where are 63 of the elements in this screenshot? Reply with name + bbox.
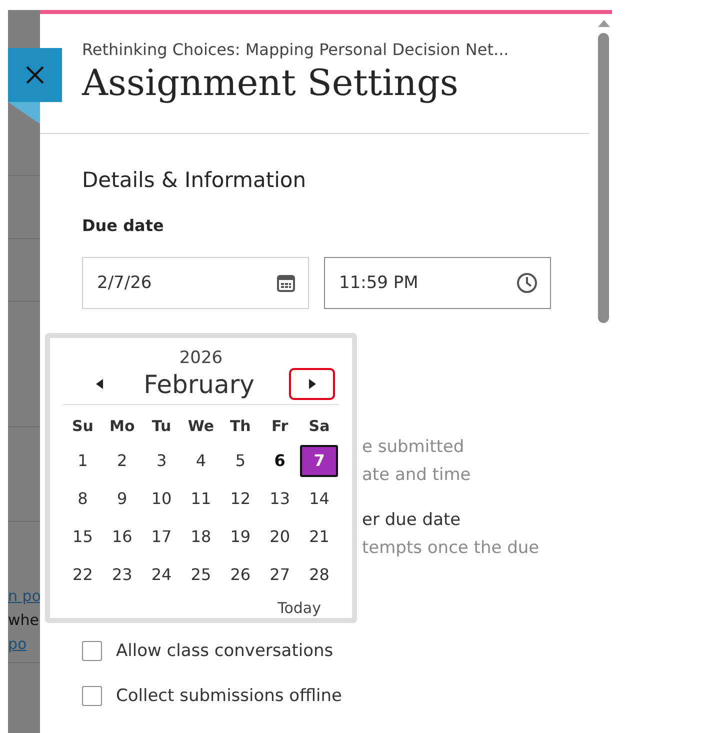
calendar-day[interactable]: 3 bbox=[142, 445, 181, 477]
weekday-header: Tu bbox=[150, 416, 172, 437]
weekday-header: Sa bbox=[308, 416, 331, 437]
calendar-day[interactable]: 10 bbox=[142, 483, 181, 515]
checkbox-label: Allow class conversations bbox=[116, 641, 334, 661]
clock-icon bbox=[516, 272, 538, 294]
calendar-day[interactable]: 28 bbox=[300, 559, 338, 591]
calendar-day[interactable]: 5 bbox=[221, 445, 260, 477]
course-title: Rethinking Choices: Mapping Personal Decision Net... bbox=[82, 40, 510, 59]
checkbox[interactable] bbox=[82, 686, 102, 706]
today-button[interactable]: Today bbox=[278, 599, 321, 617]
calendar-day[interactable]: 12 bbox=[221, 483, 260, 515]
time-field[interactable]: 11:59 PM bbox=[324, 257, 551, 309]
year-label: 2026 bbox=[179, 348, 223, 368]
scrollbar-thumb[interactable] bbox=[598, 33, 609, 323]
option-label: er due date bbox=[362, 509, 462, 531]
calendar-day[interactable]: 9 bbox=[103, 483, 142, 515]
calendar-day[interactable]: 7 bbox=[300, 445, 338, 477]
calendar-day[interactable]: 24 bbox=[142, 559, 181, 591]
close-button[interactable] bbox=[8, 48, 62, 102]
calendar-day[interactable]: 17 bbox=[142, 521, 181, 553]
calendar-day[interactable]: 16 bbox=[103, 521, 142, 553]
calendar-day[interactable]: 2 bbox=[103, 445, 142, 477]
calendar-day[interactable]: 25 bbox=[182, 559, 220, 591]
date-field[interactable]: 2/7/26 bbox=[82, 257, 309, 309]
checkbox[interactable] bbox=[82, 641, 102, 661]
calendar-day[interactable]: 19 bbox=[221, 521, 260, 553]
option-hint: tempts once the due bbox=[362, 537, 540, 559]
calendar-day[interactable]: 13 bbox=[260, 483, 299, 515]
right-triangle-icon bbox=[308, 379, 316, 389]
calendar-day[interactable]: 22 bbox=[64, 559, 102, 591]
weekday-header: Th bbox=[228, 416, 252, 437]
calendar-day[interactable]: 21 bbox=[300, 521, 338, 553]
section-title: Details & Information bbox=[82, 168, 308, 192]
left-triangle-icon bbox=[96, 379, 102, 389]
weekday-header: Mo bbox=[108, 416, 136, 437]
weekday-header: We bbox=[186, 416, 216, 437]
calendar-day[interactable]: 23 bbox=[103, 559, 142, 591]
option-hint: e submitted bbox=[362, 436, 466, 458]
calendar-day[interactable]: 6 bbox=[260, 445, 299, 477]
calendar-day[interactable]: 26 bbox=[221, 559, 260, 591]
weekday-header: Su bbox=[70, 416, 94, 437]
field-label: Due date bbox=[82, 216, 165, 235]
close-icon bbox=[25, 65, 45, 85]
calendar-day[interactable]: 11 bbox=[182, 483, 220, 515]
calendar-icon bbox=[276, 273, 296, 293]
text: whe bbox=[8, 610, 40, 631]
calendar-day[interactable]: 8 bbox=[64, 483, 102, 515]
option-hint: ate and time bbox=[362, 464, 472, 486]
weekday-header: Fr bbox=[270, 416, 290, 437]
ribbon-fold bbox=[8, 102, 40, 124]
calendar-day[interactable]: 15 bbox=[64, 521, 102, 553]
calendar-day[interactable]: 14 bbox=[300, 483, 338, 515]
month-label: February bbox=[144, 370, 254, 398]
calendar-day[interactable]: 27 bbox=[260, 559, 299, 591]
calendar-day[interactable]: 20 bbox=[260, 521, 299, 553]
checkbox-label: Collect submissions offline bbox=[116, 686, 342, 706]
panel-title: Assignment Settings bbox=[82, 63, 460, 104]
calendar-day[interactable]: 1 bbox=[64, 445, 102, 477]
calendar-day[interactable]: 18 bbox=[182, 521, 220, 553]
next-month-button[interactable] bbox=[289, 368, 335, 400]
scroll-up-icon[interactable] bbox=[598, 20, 610, 27]
calendar-day[interactable]: 4 bbox=[182, 445, 220, 477]
